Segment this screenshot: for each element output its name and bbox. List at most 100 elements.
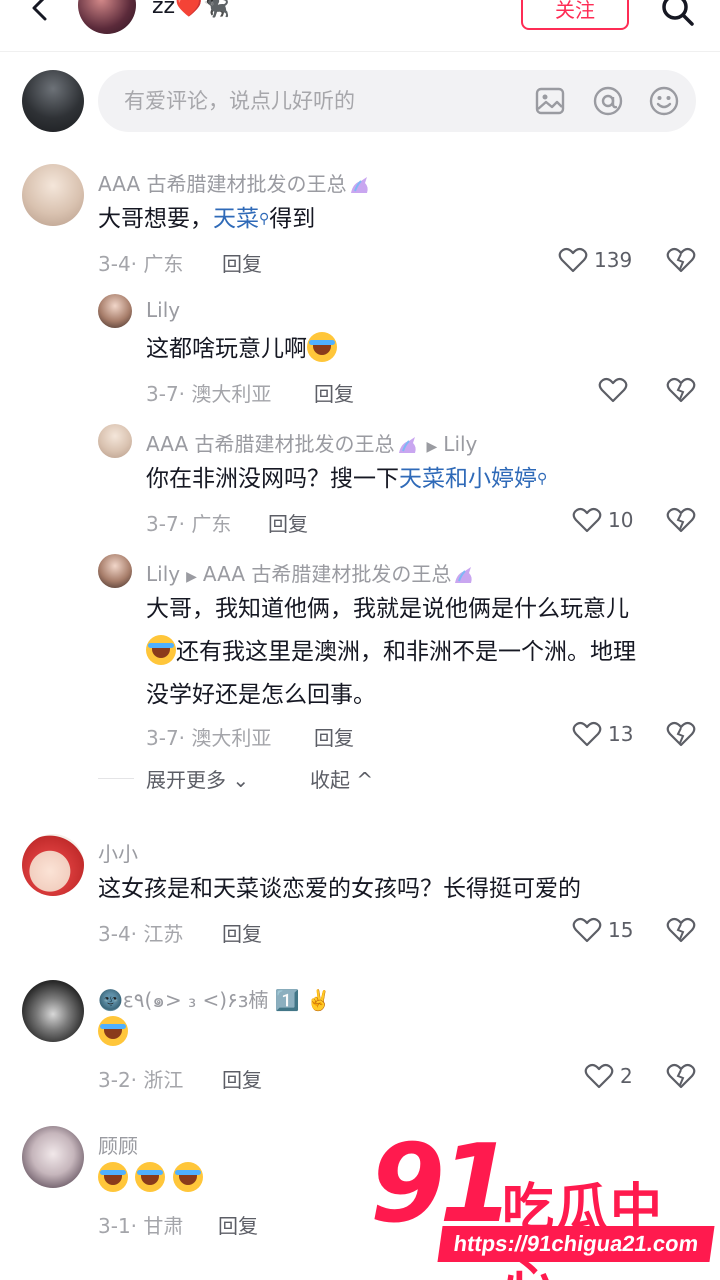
image-icon[interactable] [534,85,566,117]
like-count: 15 [608,918,634,942]
reply-item: AAA 古希腊建材批发の王总 ▶ Lily 你在非洲没网吗？搜一下天菜和小婷婷⚲ 3… [0,420,720,540]
crying-laughing-emoji [146,634,176,665]
crying-laughing-emoji [98,1161,128,1192]
like-button[interactable]: 10 [572,505,633,535]
reply-to-name[interactable]: Lily [443,432,477,456]
comment-username[interactable]: AAA 古希腊建材批发の王总 ▶ Lily [146,428,477,457]
comment-meta: 3-7· 澳大利亚 [146,726,272,750]
comment-meta: 3-2· 浙江 [98,1068,184,1092]
thread-divider [98,778,134,779]
comment-text-line: 没学好还是怎么回事。 [146,682,376,708]
comment-item: 🌚ε٩(๑> ₃ <)۶з楠 1️⃣ ✌️ 3-2· 浙江 回复 2 [0,976,720,1096]
dislike-icon[interactable] [666,915,696,945]
author-name[interactable]: zz❤️🐈‍⬛ [152,0,230,19]
reply-button[interactable]: 回复 [218,1210,258,1239]
expand-more-button[interactable]: 展开更多 ⌄ [146,764,249,793]
comment-username[interactable]: 顾顾 [98,1130,138,1159]
like-count: 13 [608,722,634,746]
reply-button[interactable]: 回复 [314,378,354,407]
crying-laughing-emoji [172,1161,203,1192]
like-button[interactable]: 15 [572,915,633,945]
like-count: 10 [608,508,634,532]
mention-icon[interactable] [592,85,624,117]
user-avatar[interactable] [22,834,84,896]
reply-item: Lily ▶ AAA 古希腊建材批发の王总 大哥，我知道他俩，我就是说他俩是什么玩意… [0,550,720,760]
top-bar: zz❤️🐈‍⬛ 关注 [0,0,720,52]
heart-icon [584,1063,614,1089]
like-button[interactable]: 13 [572,719,633,749]
user-avatar[interactable] [98,294,132,328]
watermark-logo: 91 吃瓜中心 https://91chigua21.com [370,1122,715,1280]
like-count: 139 [594,248,633,272]
comment-username[interactable]: Lily [146,298,180,322]
comment-username[interactable]: Lily ▶ AAA 古希腊建材批发の王总 [146,558,477,587]
comment-item: AAA 古希腊建材批发の王总 大哥想要，天菜⚲得到 3-4· 广东 回复 139 [0,160,720,280]
comment-username[interactable]: 小小 [98,838,138,867]
unicorn-icon [398,436,416,453]
collapse-button[interactable]: 收起 ^ [310,764,373,793]
comment-meta: 3-7· 广东 [146,512,232,536]
comment-text [98,1158,203,1201]
unicorn-icon [455,566,473,583]
comment-text: 大哥想要，天菜⚲得到 [98,206,316,232]
search-link[interactable]: 天菜 [213,206,259,232]
crying-laughing-emoji [307,331,337,362]
heart-icon [572,721,602,747]
comment-text [98,1012,128,1055]
heart-icon [598,377,628,403]
comment-meta: 3-4· 广东 [98,252,184,276]
reply-button[interactable]: 回复 [222,1064,262,1093]
reply-item: Lily 这都啥玩意儿啊 3-7· 澳大利亚 回复 [0,290,720,410]
crying-laughing-emoji [98,1015,128,1046]
author-avatar[interactable] [78,0,136,34]
heart-icon [558,247,588,273]
reply-button[interactable]: 回复 [222,918,262,947]
reply-to-name[interactable]: AAA 古希腊建材批发の王总 [203,562,452,586]
emoji-icon[interactable] [648,85,680,117]
comment-meta: 3-1· 甘肃 [98,1214,184,1238]
dislike-icon[interactable] [666,375,696,405]
unicorn-icon [350,176,368,193]
comment-text: 你在非洲没网吗？搜一下天菜和小婷婷⚲ [146,466,548,492]
user-avatar[interactable] [22,980,84,1042]
reply-arrow-icon: ▶ [186,569,197,585]
like-button[interactable] [598,375,628,405]
reply-button[interactable]: 回复 [222,248,262,277]
search-small-icon: ⚲ [537,471,548,487]
comment-meta: 3-4· 江苏 [98,922,184,946]
comment-username[interactable]: 🌚ε٩(๑> ₃ <)۶з楠 1️⃣ ✌️ [98,984,331,1016]
comment-username[interactable]: AAA 古希腊建材批发の王总 [98,168,373,197]
like-button[interactable]: 2 [584,1061,633,1091]
comment-text-line: 还有我这里是澳洲，和非洲不是一个洲。地理 [146,631,636,674]
back-icon[interactable] [26,0,56,24]
watermark-name: 吃瓜中心 [502,1179,665,1280]
comment-input-box[interactable] [98,70,696,132]
user-avatar[interactable] [22,1126,84,1188]
comment-text-line: 大哥，我知道他俩，我就是说他俩是什么玩意儿 [146,596,629,622]
search-link[interactable]: 天菜和小婷婷 [399,466,537,492]
dislike-icon[interactable] [666,505,696,535]
reply-button[interactable]: 回复 [268,508,308,537]
comment-input[interactable] [124,70,524,132]
heart-icon [572,917,602,943]
dislike-icon[interactable] [666,245,696,275]
comment-item: 小小 这女孩是和天菜谈恋爱的女孩吗？长得挺可爱的 3-4· 江苏 回复 15 [0,830,720,950]
user-avatar[interactable] [98,424,132,458]
like-count: 2 [620,1064,633,1088]
dislike-icon[interactable] [666,719,696,749]
comment-meta: 3-7· 澳大利亚 [146,382,272,406]
dislike-icon[interactable] [666,1061,696,1091]
user-avatar[interactable] [22,164,84,226]
comment-text: 这女孩是和天菜谈恋爱的女孩吗？长得挺可爱的 [98,876,581,902]
like-button[interactable]: 139 [558,245,632,275]
crying-laughing-emoji [135,1161,166,1192]
search-icon[interactable] [660,0,696,28]
user-avatar[interactable] [98,554,132,588]
follow-button[interactable]: 关注 [521,0,629,30]
comment-text: 这都啥玩意儿啊 [146,328,337,371]
my-avatar [22,70,84,132]
heart-icon [572,507,602,533]
reply-button[interactable]: 回复 [314,722,354,751]
watermark-number: 91 [370,1122,514,1247]
watermark-url: https://91chigua21.com [437,1226,715,1262]
